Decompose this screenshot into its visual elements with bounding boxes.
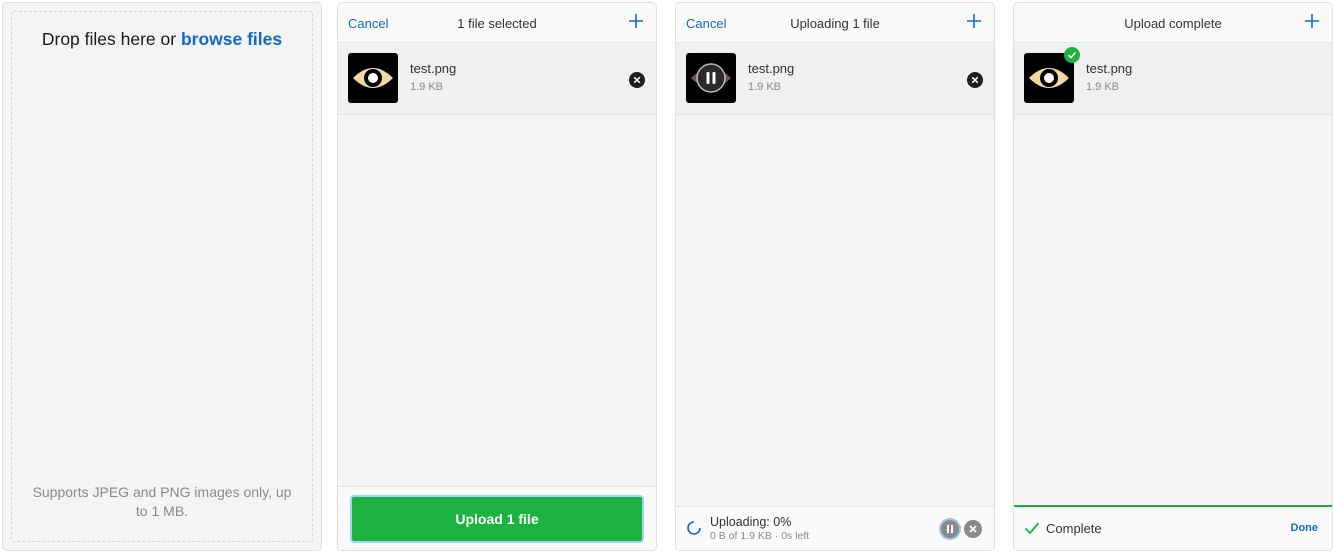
drop-zone[interactable]: Drop files here or browse files Supports… [11, 11, 313, 542]
close-circle-icon[interactable] [967, 72, 983, 88]
plus-icon[interactable] [626, 11, 646, 31]
drop-title: Drop files here or browse files [12, 29, 312, 50]
uploading-panel: Cancel Uploading 1 file test.png 1.9 KB [675, 2, 995, 551]
file-size: 1.9 KB [1086, 81, 1120, 93]
file-thumbnail [1024, 47, 1080, 103]
file-item: test.png 1.9 KB [676, 44, 994, 115]
close-circle-icon[interactable] [964, 520, 982, 538]
file-name: test.png [410, 61, 457, 76]
spinner-icon [687, 521, 701, 535]
check-icon [1024, 522, 1040, 535]
upload-detail-text: 0 B of 1.9 KB · 0s left [710, 530, 810, 542]
upload-status-text: Uploading: 0% [710, 515, 792, 529]
upload-status-bar: Complete Done [1014, 505, 1332, 550]
complete-status-text: Complete [1046, 521, 1102, 536]
panel-title: Upload complete [1124, 16, 1222, 31]
file-size: 1.9 KB [410, 81, 444, 93]
supported-formats-note: Supports JPEG and PNG images only, up to… [32, 484, 292, 519]
panel-title: Uploading 1 file [790, 16, 880, 31]
selected-panel: Cancel 1 file selected test.png 1.9 KB U… [337, 2, 657, 551]
panel-header: Cancel 1 file selected [338, 3, 656, 43]
plus-icon[interactable] [1302, 11, 1322, 31]
browse-files-link[interactable]: browse files [181, 29, 282, 49]
pause-icon[interactable] [939, 518, 961, 540]
file-thumbnail [348, 53, 398, 103]
check-circle-icon [1064, 47, 1080, 63]
drop-panel: Drop files here or browse files Supports… [2, 2, 322, 551]
upload-status-bar: Uploading: 0% 0 B of 1.9 KB · 0s left [676, 506, 994, 550]
file-item: test.png 1.9 KB [1014, 44, 1332, 115]
panel-header: Cancel Uploading 1 file [676, 3, 994, 43]
file-name: test.png [1086, 61, 1133, 76]
done-button[interactable]: Done [1291, 522, 1319, 534]
panel-title: 1 file selected [457, 16, 537, 31]
file-name: test.png [748, 61, 795, 76]
eye-icon [353, 68, 393, 88]
plus-icon[interactable] [964, 11, 984, 31]
file-size: 1.9 KB [748, 81, 782, 93]
close-circle-icon[interactable] [629, 72, 645, 88]
upload-button[interactable]: Upload 1 file [350, 495, 644, 543]
panel-footer: Upload 1 file [338, 486, 656, 550]
drop-text: Drop files here or [41, 29, 177, 49]
complete-panel: Upload complete test.png 1.9 KB Complete… [1013, 2, 1333, 551]
file-thumbnail [686, 53, 736, 103]
panel-header: Upload complete [1014, 3, 1332, 43]
pause-icon[interactable] [696, 63, 726, 93]
file-item: test.png 1.9 KB [338, 44, 656, 115]
